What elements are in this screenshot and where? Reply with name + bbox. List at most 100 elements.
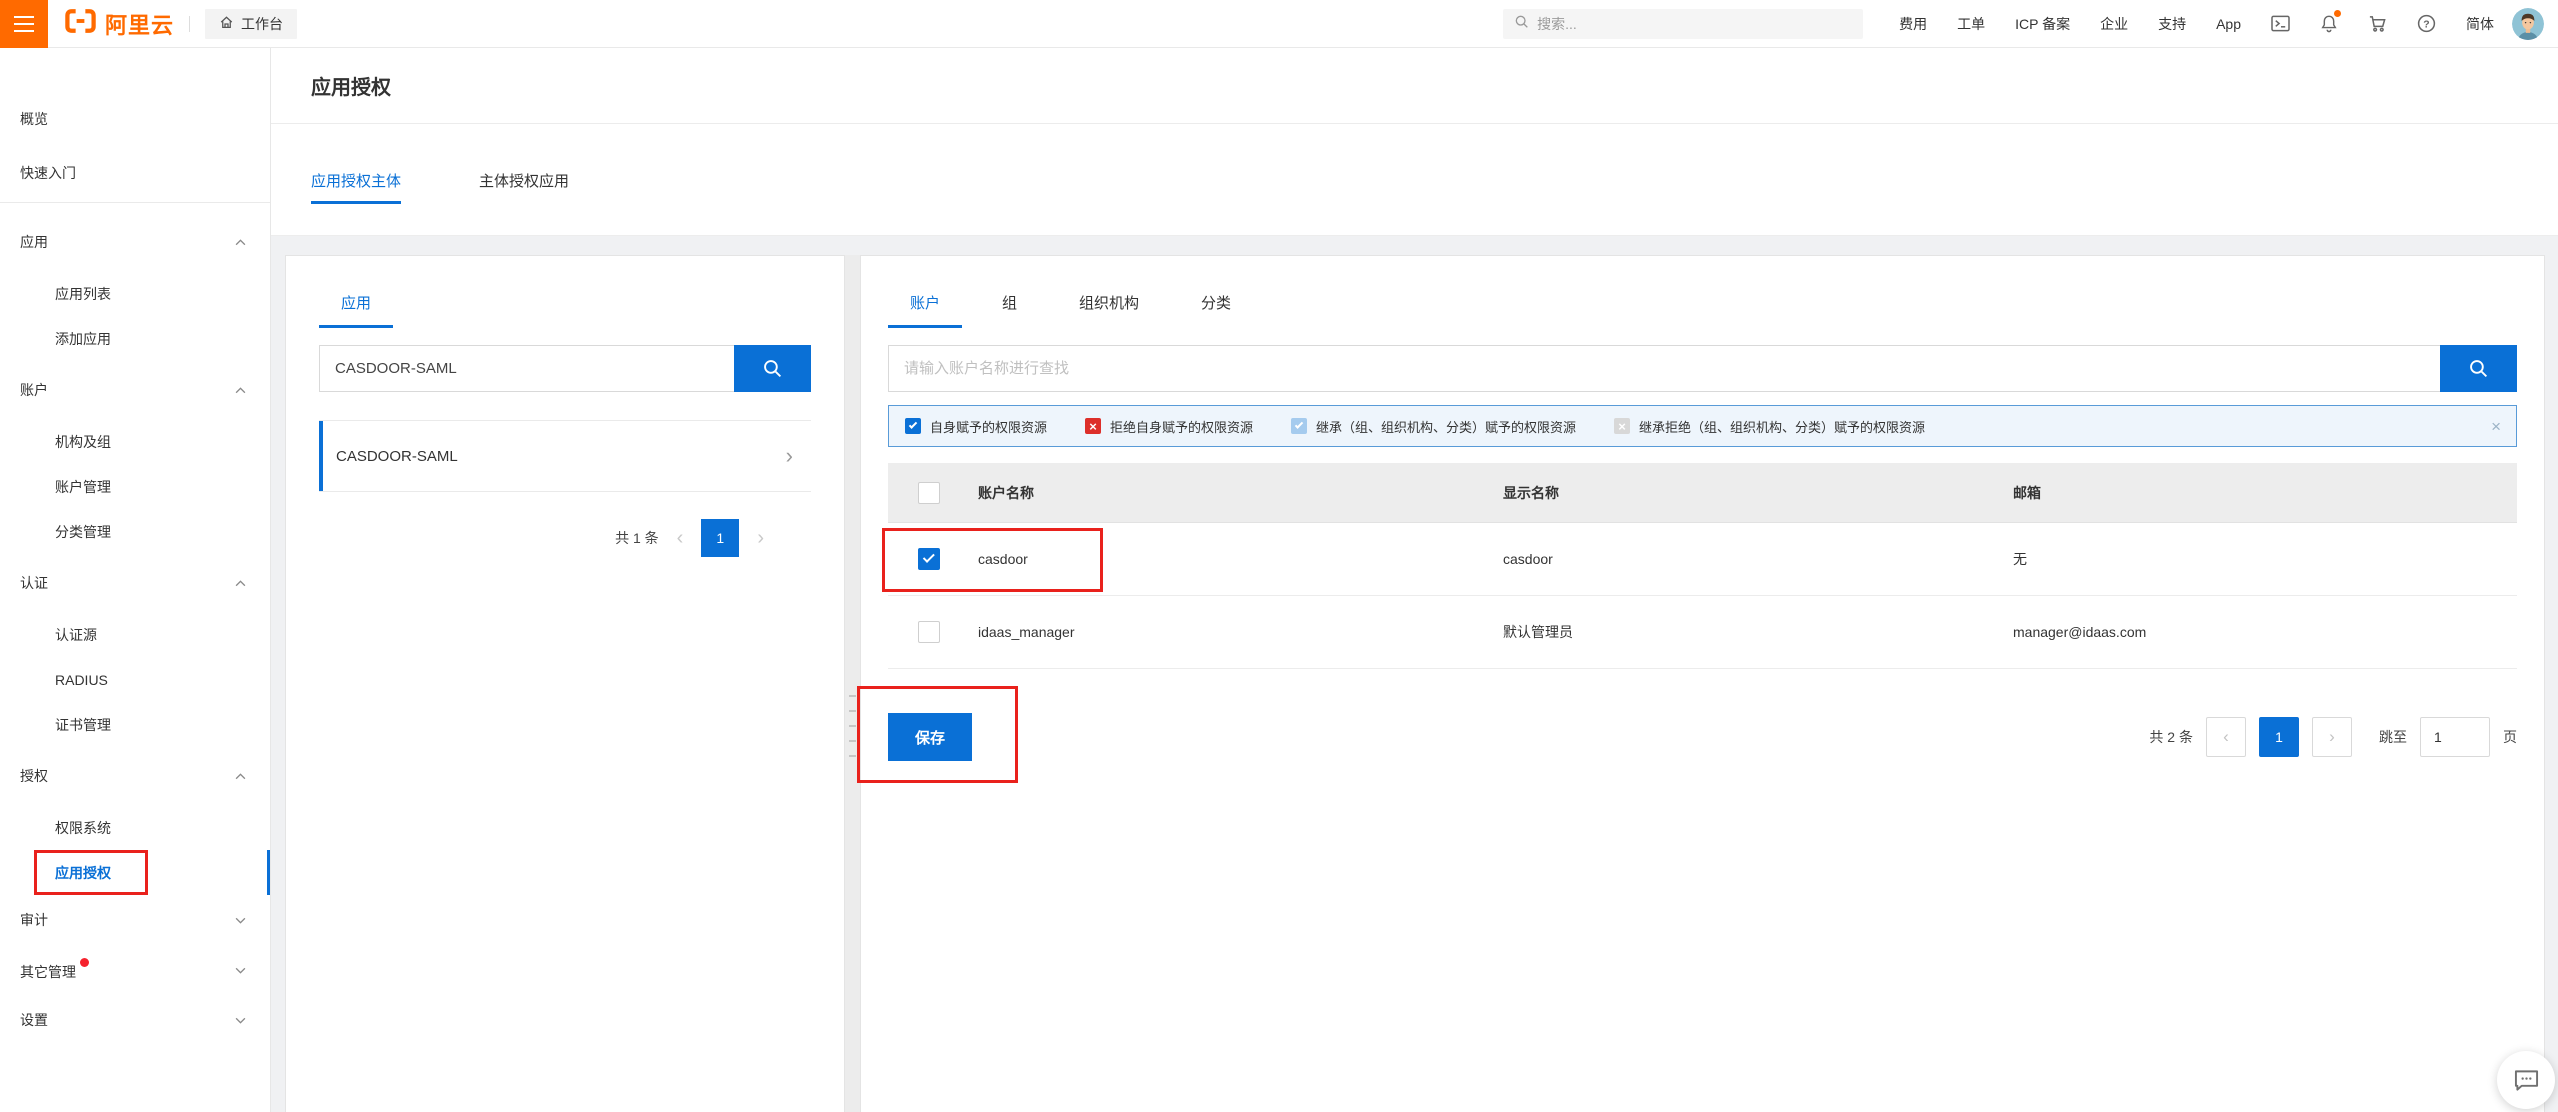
- sidebar: 概览 快速入门 应用 应用列表 添加应用 账户 机构及组 账户管理 分类管理 认…: [0, 48, 271, 1112]
- sidebar-item-overview[interactable]: 概览: [0, 92, 270, 146]
- sidebar-item-quickstart[interactable]: 快速入门: [0, 146, 270, 200]
- row-checkbox[interactable]: [918, 621, 940, 643]
- workbench-button[interactable]: 工作台: [205, 9, 297, 39]
- current-page-button[interactable]: 1: [2259, 717, 2299, 757]
- tab-organizations[interactable]: 组织机构: [1057, 292, 1161, 328]
- page-unit-label: 页: [2503, 727, 2517, 747]
- total-count: 共 2 条: [2149, 727, 2193, 747]
- main-content: 应用授权 应用授权主体 主体授权应用 应用 CASDOOR-SAML: [271, 48, 2558, 1112]
- search-icon: [1514, 14, 1529, 34]
- prev-page-button[interactable]: ‹: [677, 528, 684, 548]
- accounts-table: 账户名称 显示名称 邮箱 casdoor casdoor 无 idaas_man…: [888, 463, 2517, 669]
- language-switcher[interactable]: 简体: [2466, 14, 2494, 34]
- app-list-item[interactable]: CASDOOR-SAML ›: [319, 420, 811, 492]
- global-search[interactable]: [1503, 9, 1863, 39]
- sidebar-item-app-list[interactable]: 应用列表: [0, 271, 270, 316]
- tab-app-authorization-subject[interactable]: 应用授权主体: [311, 170, 401, 204]
- sidebar-item-radius[interactable]: RADIUS: [0, 657, 270, 702]
- nav-icp[interactable]: ICP 备案: [2015, 14, 2070, 34]
- hamburger-menu-button[interactable]: [0, 0, 48, 48]
- next-page-button[interactable]: ›: [757, 528, 764, 548]
- sidebar-item-classification-mgmt[interactable]: 分类管理: [0, 509, 270, 554]
- svg-text:?: ?: [2423, 19, 2429, 30]
- legend-denied: × 拒绝自身赋予的权限资源: [1085, 417, 1253, 436]
- tab-accounts[interactable]: 账户: [888, 292, 962, 328]
- splitter-grip-icon[interactable]: [849, 695, 856, 769]
- alibaba-cloud-logo[interactable]: 阿里云: [64, 8, 174, 40]
- prev-page-button[interactable]: ‹: [2206, 717, 2246, 757]
- select-all-checkbox[interactable]: [918, 482, 940, 504]
- chevron-down-icon: [235, 917, 246, 924]
- account-search-input[interactable]: [888, 345, 2440, 392]
- terminal-icon: [2271, 15, 2290, 32]
- nav-enterprise[interactable]: 企业: [2100, 14, 2128, 34]
- sidebar-item-permission-system[interactable]: 权限系统: [0, 805, 270, 850]
- app-search-button[interactable]: [734, 345, 811, 392]
- app-search-input[interactable]: [319, 345, 734, 392]
- sidebar-item-add-app[interactable]: 添加应用: [0, 316, 270, 361]
- table-row[interactable]: casdoor casdoor 无: [888, 523, 2517, 596]
- sidebar-group-other-mgmt[interactable]: 其它管理: [0, 945, 270, 995]
- application-panel: 应用 CASDOOR-SAML › 共 1 条 ‹ 1: [285, 255, 845, 1112]
- global-search-input[interactable]: [1537, 16, 1852, 32]
- sidebar-group-accounts[interactable]: 账户: [0, 361, 270, 419]
- jump-to-label: 跳至: [2379, 727, 2407, 747]
- header-nav: 费用 工单 ICP 备案 企业 支持 App ?: [1899, 14, 2494, 34]
- sidebar-group-authorization[interactable]: 授权: [0, 747, 270, 805]
- next-page-button[interactable]: ›: [2312, 717, 2352, 757]
- legend-close-icon[interactable]: ×: [2491, 418, 2501, 435]
- tab-application[interactable]: 应用: [319, 292, 393, 328]
- nav-app[interactable]: App: [2216, 16, 2241, 32]
- help-button[interactable]: ?: [2417, 14, 2436, 33]
- active-indicator: [267, 850, 270, 895]
- sidebar-group-audit[interactable]: 审计: [0, 895, 270, 945]
- tab-groups[interactable]: 组: [980, 292, 1039, 328]
- sidebar-item-account-mgmt[interactable]: 账户管理: [0, 464, 270, 509]
- alibaba-cloud-logo-icon: [64, 8, 97, 39]
- nav-support[interactable]: 支持: [2158, 14, 2186, 34]
- tab-classifications[interactable]: 分类: [1179, 292, 1253, 328]
- workbench-label: 工作台: [241, 14, 283, 34]
- current-page-button[interactable]: 1: [701, 519, 739, 557]
- user-avatar[interactable]: [2512, 8, 2544, 40]
- cart-icon: [2368, 14, 2387, 33]
- chevron-up-icon: [235, 387, 246, 394]
- nav-tickets[interactable]: 工单: [1957, 14, 1985, 34]
- home-icon: [219, 15, 234, 33]
- sidebar-group-authentication[interactable]: 认证: [0, 554, 270, 612]
- total-count: 共 1 条: [615, 528, 659, 548]
- cell-display-name: casdoor: [1503, 551, 2013, 567]
- cell-display-name: 默认管理员: [1503, 622, 2013, 642]
- tab-subject-authorized-apps[interactable]: 主体授权应用: [479, 170, 569, 204]
- help-icon: ?: [2417, 14, 2436, 33]
- row-checkbox-checked[interactable]: [918, 548, 940, 570]
- panel-splitter[interactable]: [845, 255, 860, 1112]
- cell-email: manager@idaas.com: [2013, 624, 2517, 640]
- account-search-button[interactable]: [2440, 345, 2517, 392]
- chevron-up-icon: [235, 239, 246, 246]
- sidebar-group-applications[interactable]: 应用: [0, 213, 270, 271]
- subject-panel: 账户 组 组织机构 分类 自身赋予的权限资源 ×: [860, 255, 2545, 1112]
- legend-granted: 自身赋予的权限资源: [905, 417, 1047, 436]
- feedback-chat-button[interactable]: [2497, 1051, 2555, 1109]
- sidebar-group-settings[interactable]: 设置: [0, 995, 270, 1045]
- nav-billing[interactable]: 费用: [1899, 14, 1927, 34]
- notification-dot: [2334, 10, 2341, 17]
- search-icon: [762, 358, 783, 379]
- cloud-shell-button[interactable]: [2271, 15, 2290, 32]
- notifications-button[interactable]: [2320, 14, 2338, 33]
- sidebar-item-app-authorization[interactable]: 应用授权: [0, 850, 270, 895]
- granted-checkbox-icon: [905, 418, 921, 434]
- column-account-name: 账户名称: [978, 483, 1503, 503]
- cell-account-name: casdoor: [978, 551, 1503, 567]
- column-display-name: 显示名称: [1503, 483, 2013, 503]
- jump-to-page-input[interactable]: [2420, 717, 2490, 757]
- sidebar-item-cert-mgmt[interactable]: 证书管理: [0, 702, 270, 747]
- sidebar-item-org-groups[interactable]: 机构及组: [0, 419, 270, 464]
- cart-button[interactable]: [2368, 14, 2387, 33]
- save-button[interactable]: 保存: [888, 713, 972, 761]
- page-title-bar: 应用授权: [271, 48, 2558, 124]
- sidebar-item-auth-sources[interactable]: 认证源: [0, 612, 270, 657]
- chat-bubble-icon: [2513, 1068, 2540, 1093]
- table-row[interactable]: idaas_manager 默认管理员 manager@idaas.com: [888, 596, 2517, 669]
